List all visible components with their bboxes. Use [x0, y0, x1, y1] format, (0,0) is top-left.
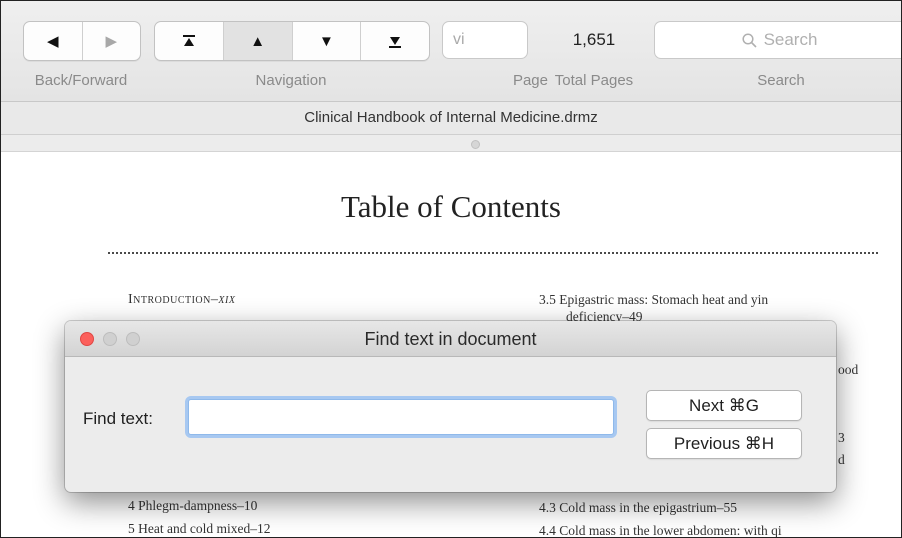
find-dialog: Find text in document Find text: Next ⌘G…	[65, 321, 836, 492]
toolbar: ◀ ▶ Back/Forward ▲ ▼ Navigation vi Page …	[1, 1, 901, 102]
toc-heading: Table of Contents	[341, 189, 561, 224]
navigation-control: ▲ ▼	[154, 21, 430, 61]
toc-entry-text: Introduction–	[128, 292, 219, 307]
page-input[interactable]: vi	[442, 21, 528, 59]
navigation-label: Navigation	[255, 72, 327, 89]
forward-arrow-icon: ▶	[105, 33, 118, 50]
toc-entry-introduction[interactable]: Introduction–xix	[128, 292, 235, 308]
toc-entry[interactable]: 3.5 Epigastric mass: Stomach heat and yi…	[539, 292, 768, 308]
search-icon	[742, 32, 757, 48]
dialog-title-bar: Find text in document	[65, 321, 836, 357]
toc-entry[interactable]: 4.3 Cold mass in the epigastrium–55	[539, 500, 737, 516]
pane-splitter[interactable]	[1, 135, 901, 152]
down-arrow-icon: ▼	[318, 32, 334, 50]
next-page-button[interactable]: ▼	[293, 22, 362, 60]
minimize-button[interactable]	[103, 332, 117, 346]
last-page-icon	[389, 36, 402, 48]
back-forward-control: ◀ ▶	[23, 21, 141, 61]
search-placeholder: Search	[763, 30, 818, 49]
previous-page-button[interactable]: ▲	[223, 22, 293, 60]
toc-entry-page: xix	[218, 292, 236, 307]
app-window: ◀ ▶ Back/Forward ▲ ▼ Navigation vi Page …	[0, 0, 902, 538]
first-page-icon	[182, 34, 195, 46]
dialog-title: Find text in document	[364, 329, 537, 349]
next-button[interactable]: Next ⌘G	[646, 390, 802, 421]
close-button[interactable]	[80, 332, 94, 346]
up-arrow-icon: ▲	[250, 32, 266, 50]
toc-entry[interactable]: 4 Phlegm-dampness–10	[128, 498, 257, 514]
back-button[interactable]: ◀	[24, 22, 83, 60]
zoom-button[interactable]	[126, 332, 140, 346]
search-field[interactable]: Search	[654, 21, 901, 59]
search-label: Search	[757, 72, 805, 89]
toc-entry[interactable]: 4.4 Cold mass in the lower abdomen: with…	[539, 523, 782, 537]
back-arrow-icon: ◀	[46, 33, 59, 50]
splitter-handle-icon[interactable]	[471, 140, 480, 149]
find-text-label: Find text:	[83, 409, 153, 428]
forward-button[interactable]: ▶	[83, 22, 141, 60]
total-pages-label: Total Pages	[554, 72, 634, 89]
first-page-button[interactable]	[155, 22, 224, 60]
page-label: Page	[442, 72, 548, 89]
toc-entry-fragment[interactable]: 3	[838, 430, 845, 446]
back-forward-label: Back/Forward	[34, 72, 128, 89]
dotted-divider	[108, 252, 878, 254]
toc-entry-fragment[interactable]: ood	[838, 362, 858, 378]
total-pages-value: 1,651	[572, 30, 616, 49]
find-text-input[interactable]	[188, 399, 614, 435]
document-title-bar: Clinical Handbook of Internal Medicine.d…	[1, 102, 901, 135]
toc-entry[interactable]: 5 Heat and cold mixed–12	[128, 521, 270, 537]
last-page-button[interactable]	[361, 22, 429, 60]
previous-button[interactable]: Previous ⌘H	[646, 428, 802, 459]
toc-entry-fragment[interactable]: d	[838, 452, 845, 468]
